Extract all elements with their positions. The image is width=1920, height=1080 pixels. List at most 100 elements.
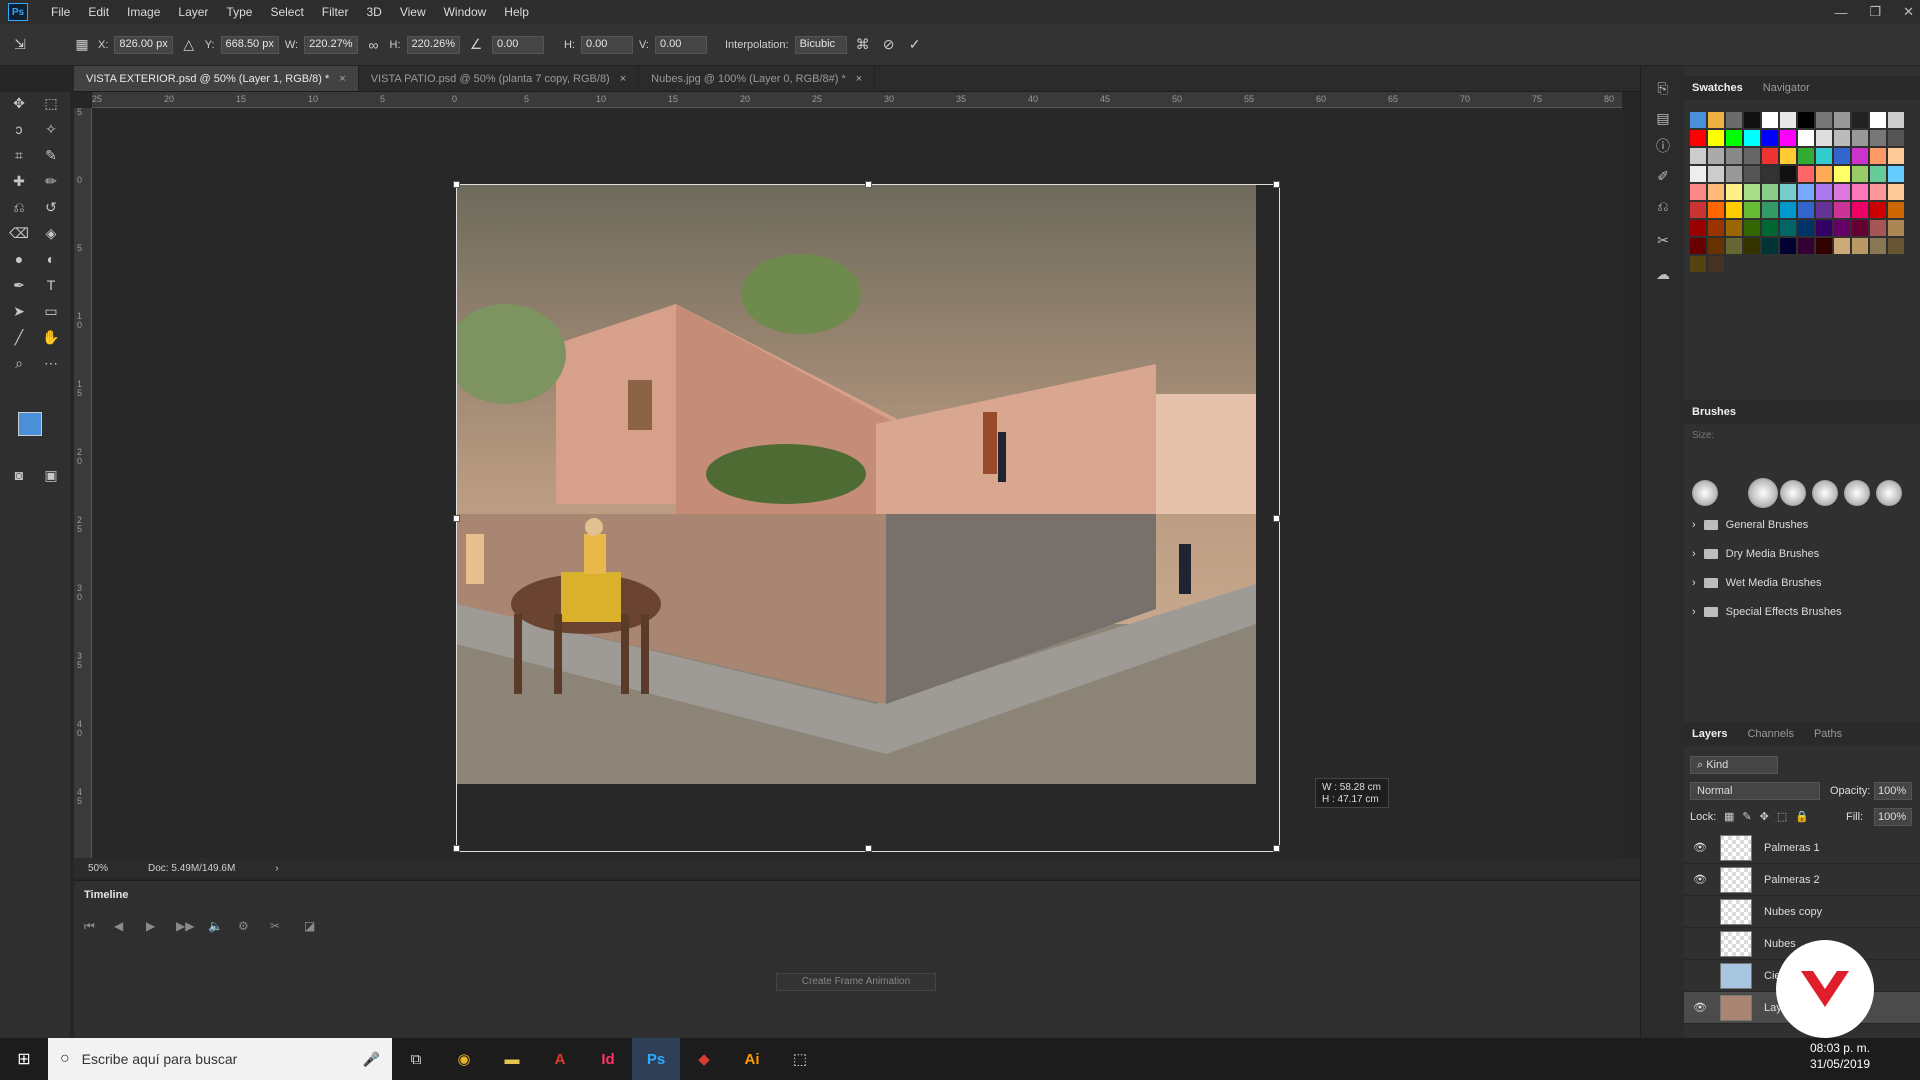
swatch[interactable] (1708, 166, 1724, 182)
type-tool-icon[interactable]: T (38, 274, 64, 296)
swatch[interactable] (1726, 184, 1742, 200)
swatch[interactable] (1726, 220, 1742, 236)
brush-group[interactable]: › General Brushes (1692, 514, 1808, 536)
tab-channels[interactable]: Channels (1747, 728, 1793, 740)
swatch[interactable] (1798, 220, 1814, 236)
swatch[interactable] (1798, 130, 1814, 146)
swatch[interactable] (1708, 148, 1724, 164)
warp-icon[interactable]: ⌘ (853, 35, 873, 55)
swatch[interactable] (1690, 184, 1706, 200)
system-clock[interactable]: 08:03 p. m. 31/05/2019 (1810, 1040, 1870, 1072)
swatch[interactable] (1888, 184, 1904, 200)
shape-tool-icon[interactable]: ▭ (38, 300, 64, 322)
swatch[interactable] (1870, 148, 1886, 164)
menu-filter[interactable]: Filter (313, 0, 358, 24)
first-frame-icon[interactable]: ⏮ (84, 919, 95, 934)
swatch[interactable] (1798, 166, 1814, 182)
quick-mask-icon[interactable]: ◙ (6, 464, 32, 486)
tab-nubes[interactable]: Nubes.jpg @ 100% (Layer 0, RGB/8#) * × (639, 66, 876, 91)
tab-brushes[interactable]: Brushes (1692, 406, 1736, 418)
blur-tool-icon[interactable]: ● (6, 248, 32, 270)
hand-tool-icon[interactable]: ✋ (38, 326, 64, 348)
transform-handle-tr[interactable] (1273, 181, 1280, 188)
scissors-icon[interactable]: ✂ (270, 919, 280, 933)
layer-row[interactable]: 👁 Palmeras 2 (1684, 864, 1920, 896)
marquee-tool-icon[interactable]: ⬚ (38, 92, 64, 114)
swatch[interactable] (1744, 148, 1760, 164)
swatch[interactable] (1870, 184, 1886, 200)
tool-presets-icon[interactable]: ✂ (1653, 232, 1673, 252)
magic-wand-icon[interactable]: ✧ (38, 118, 64, 140)
opacity-field[interactable]: 100% (1874, 782, 1912, 800)
transition-icon[interactable]: ◪ (304, 919, 315, 933)
swatch[interactable] (1744, 238, 1760, 254)
clone-stamp-icon[interactable]: ⎌ (6, 196, 32, 218)
transform-handle-bl[interactable] (453, 845, 460, 852)
swatch[interactable] (1834, 166, 1850, 182)
swatch[interactable] (1870, 202, 1886, 218)
restore-icon[interactable]: ❐ (1869, 4, 1881, 20)
swatch[interactable] (1780, 112, 1796, 128)
lock-icons[interactable]: ▦✎✥⬚🔒 (1724, 810, 1817, 823)
swatch[interactable] (1690, 256, 1706, 272)
swatch[interactable] (1762, 148, 1778, 164)
chrome-icon[interactable]: ◉ (440, 1038, 488, 1080)
swatch[interactable] (1780, 220, 1796, 236)
tab-vista-exterior[interactable]: VISTA EXTERIOR.psd @ 50% (Layer 1, RGB/8… (74, 66, 359, 91)
brush-group[interactable]: › Dry Media Brushes (1692, 543, 1819, 565)
brush-preset[interactable] (1844, 480, 1870, 506)
swatch[interactable] (1726, 148, 1742, 164)
crop-tool-icon[interactable]: ⌗ (6, 144, 32, 166)
task-view-icon[interactable]: ⧉ (392, 1038, 440, 1080)
swatch[interactable] (1762, 130, 1778, 146)
tab-swatches[interactable]: Swatches (1692, 82, 1743, 94)
swatch[interactable] (1816, 166, 1832, 182)
swatch[interactable] (1744, 184, 1760, 200)
swatch[interactable] (1852, 220, 1868, 236)
swatch[interactable] (1708, 256, 1724, 272)
swatch[interactable] (1690, 130, 1706, 146)
swatch[interactable] (1816, 184, 1832, 200)
menu-edit[interactable]: Edit (79, 0, 118, 24)
play-icon[interactable]: ▶ (146, 919, 155, 933)
menu-window[interactable]: Window (435, 0, 496, 24)
swatch[interactable] (1888, 130, 1904, 146)
dodge-tool-icon[interactable]: ◐ (38, 248, 64, 270)
screen-mode-icon[interactable]: ▣ (38, 464, 64, 486)
swatch[interactable] (1744, 166, 1760, 182)
swatch[interactable] (1870, 166, 1886, 182)
swatch[interactable] (1888, 148, 1904, 164)
swatch[interactable] (1870, 130, 1886, 146)
eraser-icon[interactable]: ⌫ (6, 222, 32, 244)
eye-icon[interactable]: 👁 (1690, 1001, 1710, 1014)
swatch[interactable] (1780, 148, 1796, 164)
zoom-level[interactable]: 50% (88, 863, 108, 874)
brush-group[interactable]: › Special Effects Brushes (1692, 601, 1842, 623)
swatch[interactable] (1852, 202, 1868, 218)
swatch[interactable] (1780, 166, 1796, 182)
swatch[interactable] (1762, 220, 1778, 236)
swatch[interactable] (1852, 130, 1868, 146)
link-icon[interactable]: ∞ (364, 35, 384, 55)
swatch[interactable] (1834, 238, 1850, 254)
swatch[interactable] (1690, 112, 1706, 128)
swatch[interactable] (1708, 238, 1724, 254)
swatch[interactable] (1852, 148, 1868, 164)
more-tools-icon[interactable]: ⋯ (38, 352, 64, 374)
menu-file[interactable]: File (42, 0, 79, 24)
brush-group[interactable]: › Wet Media Brushes (1692, 572, 1821, 594)
delta-icon[interactable]: △ (179, 35, 199, 55)
x-field[interactable]: 826.00 px (114, 35, 173, 54)
swatch[interactable] (1762, 112, 1778, 128)
swatch[interactable] (1816, 112, 1832, 128)
transform-handle-tl[interactable] (453, 181, 460, 188)
swatch[interactable] (1762, 184, 1778, 200)
transform-handle-top[interactable] (865, 181, 872, 188)
swatch[interactable] (1888, 112, 1904, 128)
fill-field[interactable]: 100% (1874, 808, 1912, 826)
microphone-icon[interactable]: 🎤 (363, 1051, 380, 1068)
move-tool-icon[interactable]: ✥ (6, 92, 32, 114)
close-tab-icon[interactable]: × (856, 73, 862, 85)
swatch[interactable] (1834, 148, 1850, 164)
transform-handle-left[interactable] (453, 515, 460, 522)
